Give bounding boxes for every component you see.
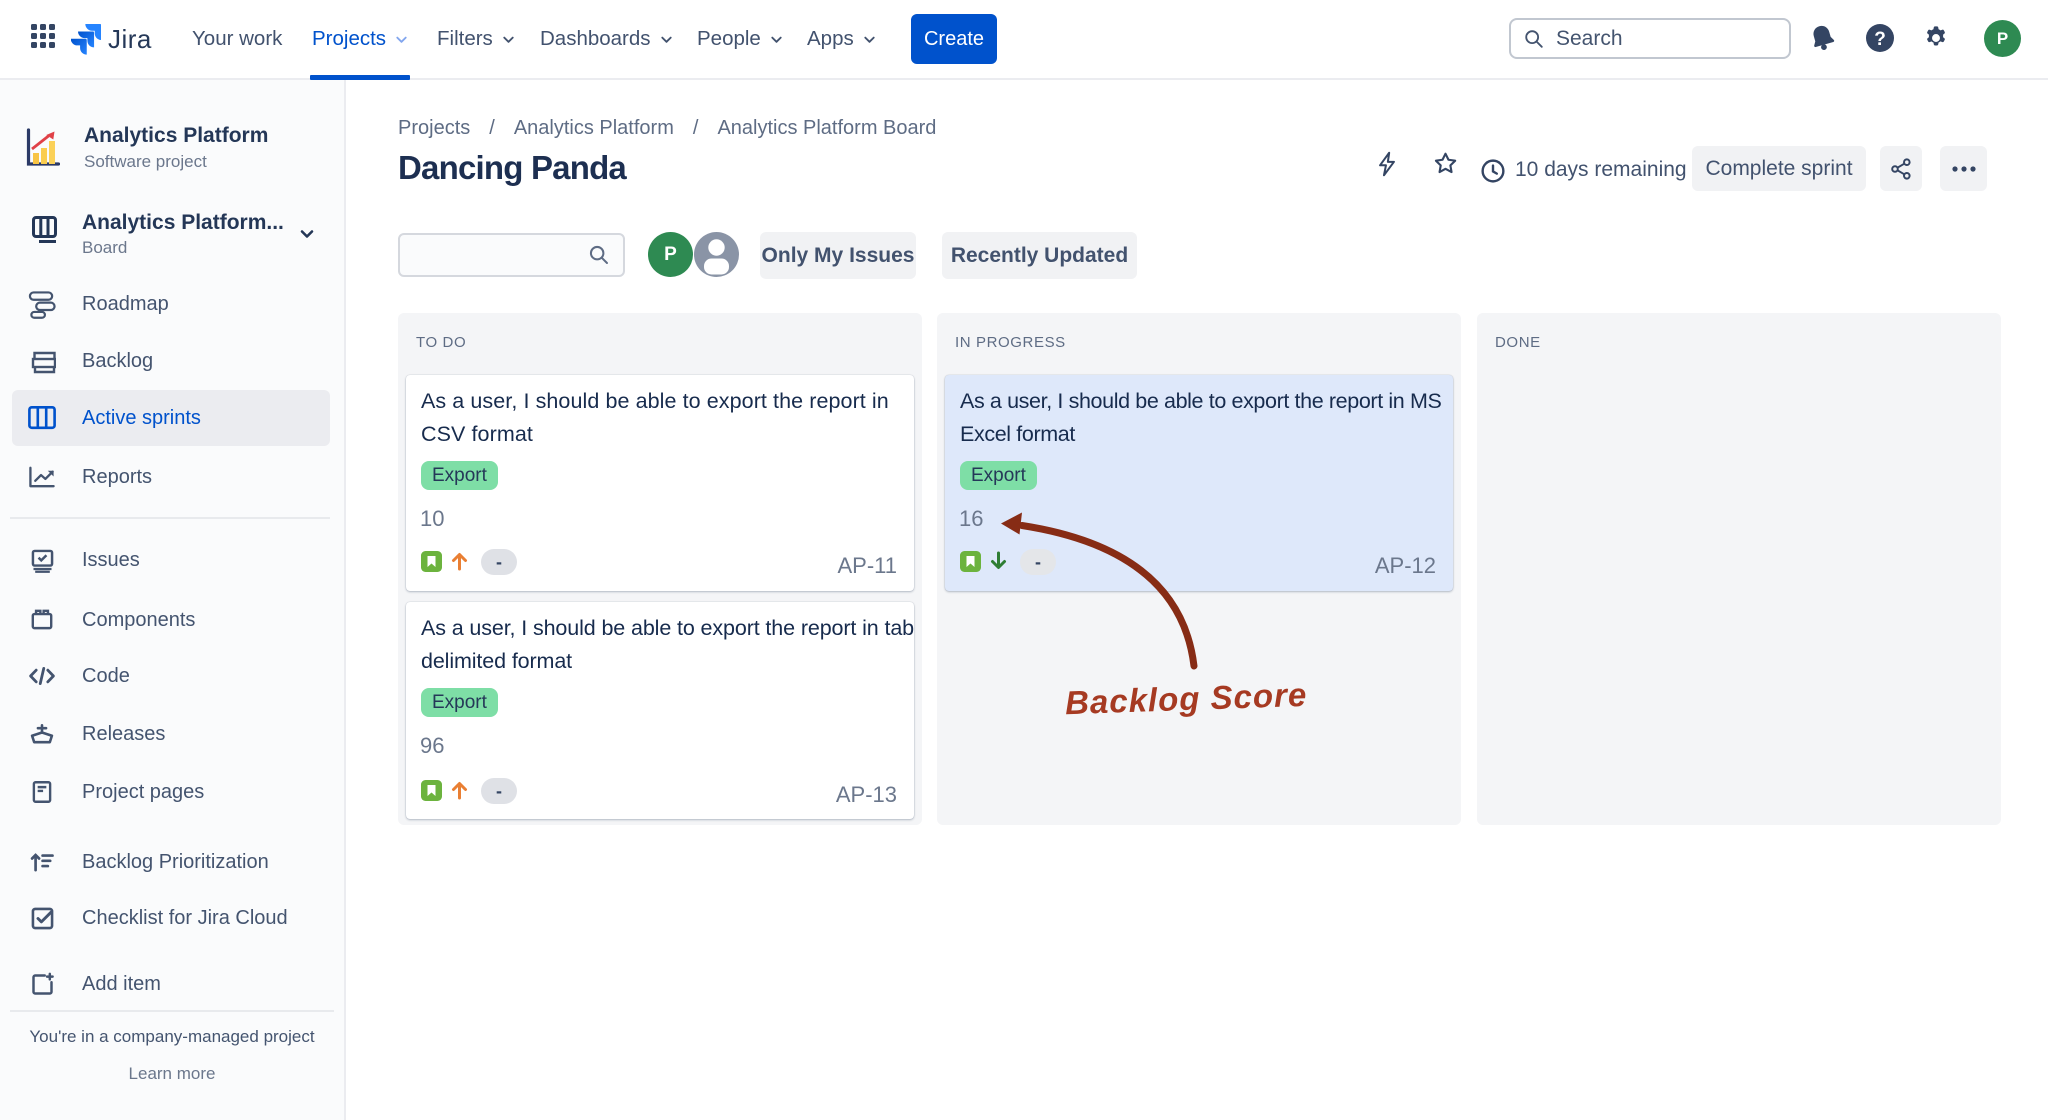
svg-text:?: ?	[1874, 29, 1886, 50]
